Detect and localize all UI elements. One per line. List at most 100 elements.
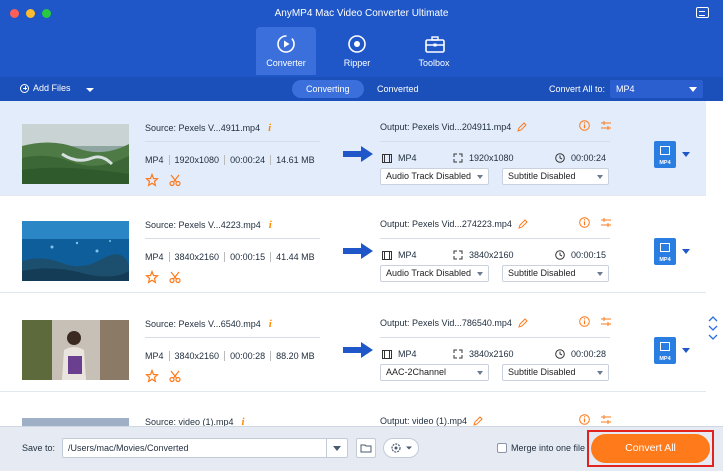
tab-toolbox-label: Toolbox <box>418 58 450 68</box>
audio-track-select[interactable]: AAC-2Channel <box>380 364 489 381</box>
convert-all-format-select[interactable]: MP4 <box>610 80 703 98</box>
edit-pencil-icon[interactable] <box>517 122 527 132</box>
tab-toolbox[interactable]: Toolbox <box>404 27 464 75</box>
subtitle-select[interactable]: Subtitle Disabled <box>502 265 609 282</box>
scroll-to-top-icon[interactable] <box>708 315 718 323</box>
output-resolution: 3840x2160 <box>453 250 514 260</box>
source-filename: Source: video (1).mp4 i <box>145 416 245 426</box>
add-files-button[interactable]: Add Files <box>20 83 71 93</box>
source-size: 41.44 MB <box>270 252 320 262</box>
tab-converter[interactable]: Converter <box>256 27 316 75</box>
add-files-dropdown-icon[interactable] <box>86 88 94 92</box>
convert-all-button[interactable]: Convert All <box>591 434 710 463</box>
chevron-down-icon <box>597 371 603 375</box>
audio-track-select[interactable]: Audio Track Disabled <box>380 168 489 185</box>
source-size: 88.20 MB <box>270 351 320 361</box>
output-actions <box>579 120 612 131</box>
source-resolution: 1920x1080 <box>168 155 225 165</box>
edit-pencil-icon[interactable] <box>518 219 528 229</box>
info-icon[interactable]: i <box>269 219 272 231</box>
cut-scissors-icon[interactable] <box>168 270 182 284</box>
convert-all-to-label: Convert All to: <box>549 84 606 94</box>
scroll-down-icon[interactable] <box>708 333 718 341</box>
subtitle-select[interactable]: Subtitle Disabled <box>502 168 609 185</box>
settings-sliders-icon[interactable] <box>600 217 612 228</box>
film-icon <box>382 153 392 163</box>
output-resolution: 1920x1080 <box>453 153 514 163</box>
divider <box>326 439 327 457</box>
edit-pencil-icon[interactable] <box>473 416 483 426</box>
video-thumbnail <box>22 418 129 426</box>
bottom-bar: Save to: /Users/mac/Movies/Converted Mer… <box>0 426 723 471</box>
feedback-chat-icon[interactable] <box>696 7 709 18</box>
converter-icon <box>277 35 295 53</box>
clock-icon <box>555 250 565 260</box>
tab-converted[interactable]: Converted <box>363 80 433 98</box>
source-duration: 00:00:24 <box>224 155 270 165</box>
list-scrollbar[interactable] <box>706 101 723 426</box>
divider <box>380 238 610 239</box>
output-filename: Output: Pexels Vid...274223.mp4 <box>380 219 528 229</box>
output-format-badge[interactable]: MP4 <box>654 141 676 168</box>
file-item[interactable]: Source: video (1).mp4 i Output: video (1)… <box>0 395 706 426</box>
source-resolution: 3840x2160 <box>168 351 225 361</box>
open-folder-button[interactable] <box>356 438 376 458</box>
source-format: MP4 <box>145 155 164 165</box>
settings-sliders-icon[interactable] <box>600 120 612 131</box>
source-filename: Source: Pexels V...4223.mp4 i <box>145 219 272 231</box>
output-format-badge[interactable]: MP4 <box>654 337 676 364</box>
info-icon[interactable]: i <box>268 122 271 134</box>
file-item[interactable]: Source: Pexels V...4223.mp4 i MP4 3840x21… <box>0 198 706 293</box>
enhance-star-icon[interactable] <box>145 270 159 284</box>
format-dropdown-icon[interactable] <box>682 348 690 353</box>
chevron-down-icon <box>597 272 603 276</box>
info-circle-icon[interactable] <box>579 217 590 228</box>
file-item[interactable]: Source: Pexels V...4911.mp4 i MP4 1920x10… <box>0 101 706 196</box>
chevron-down-icon <box>477 175 483 179</box>
output-format: MP4 <box>382 250 417 260</box>
tab-converting[interactable]: Converting <box>292 80 364 98</box>
enhance-star-icon[interactable] <box>145 369 159 383</box>
converter-toolbar: Add Files Converting Converted Convert A… <box>0 77 723 101</box>
info-icon[interactable]: i <box>242 416 245 426</box>
subtitle-select[interactable]: Subtitle Disabled <box>502 364 609 381</box>
output-duration: 00:00:28 <box>555 349 606 359</box>
divider <box>380 337 610 338</box>
output-filename: Output: Pexels Vid...786540.mp4 <box>380 318 528 328</box>
merge-checkbox[interactable] <box>497 443 507 453</box>
output-format-badge[interactable]: MP4 <box>654 238 676 265</box>
settings-sliders-icon[interactable] <box>600 316 612 327</box>
cut-scissors-icon[interactable] <box>168 173 182 187</box>
format-dropdown-icon[interactable] <box>682 152 690 157</box>
source-metadata: MP4 3840x2160 00:00:15 41.44 MB <box>145 252 320 262</box>
tab-converter-label: Converter <box>266 58 306 68</box>
format-dropdown-icon[interactable] <box>682 249 690 254</box>
tab-ripper[interactable]: Ripper <box>327 27 387 75</box>
output-duration: 00:00:15 <box>555 250 606 260</box>
output-actions <box>579 316 612 327</box>
output-settings-button[interactable] <box>383 438 419 458</box>
cut-scissors-icon[interactable] <box>168 369 182 383</box>
divider <box>145 238 320 239</box>
convert-all-format-value: MP4 <box>616 84 635 94</box>
toolbox-icon <box>425 36 445 53</box>
film-icon <box>382 349 392 359</box>
enhance-star-icon[interactable] <box>145 173 159 187</box>
audio-track-select[interactable]: Audio Track Disabled <box>380 265 489 282</box>
resize-icon <box>453 250 463 260</box>
info-circle-icon[interactable] <box>579 414 590 425</box>
save-path-field[interactable]: /Users/mac/Movies/Converted <box>62 438 348 458</box>
info-circle-icon[interactable] <box>579 316 590 327</box>
save-path-dropdown-icon[interactable] <box>333 446 341 451</box>
edit-pencil-icon[interactable] <box>518 318 528 328</box>
settings-sliders-icon[interactable] <box>600 414 612 425</box>
scroll-to-bottom-icon[interactable] <box>708 324 718 332</box>
video-file-icon <box>660 342 670 351</box>
resize-icon <box>453 349 463 359</box>
info-icon[interactable]: i <box>269 318 272 330</box>
info-circle-icon[interactable] <box>579 120 590 131</box>
source-duration: 00:00:28 <box>224 351 270 361</box>
file-item[interactable]: Source: Pexels V...6540.mp4 i MP4 3840x21… <box>0 297 706 392</box>
convert-arrow-icon <box>343 342 373 358</box>
video-thumbnail <box>22 320 129 380</box>
